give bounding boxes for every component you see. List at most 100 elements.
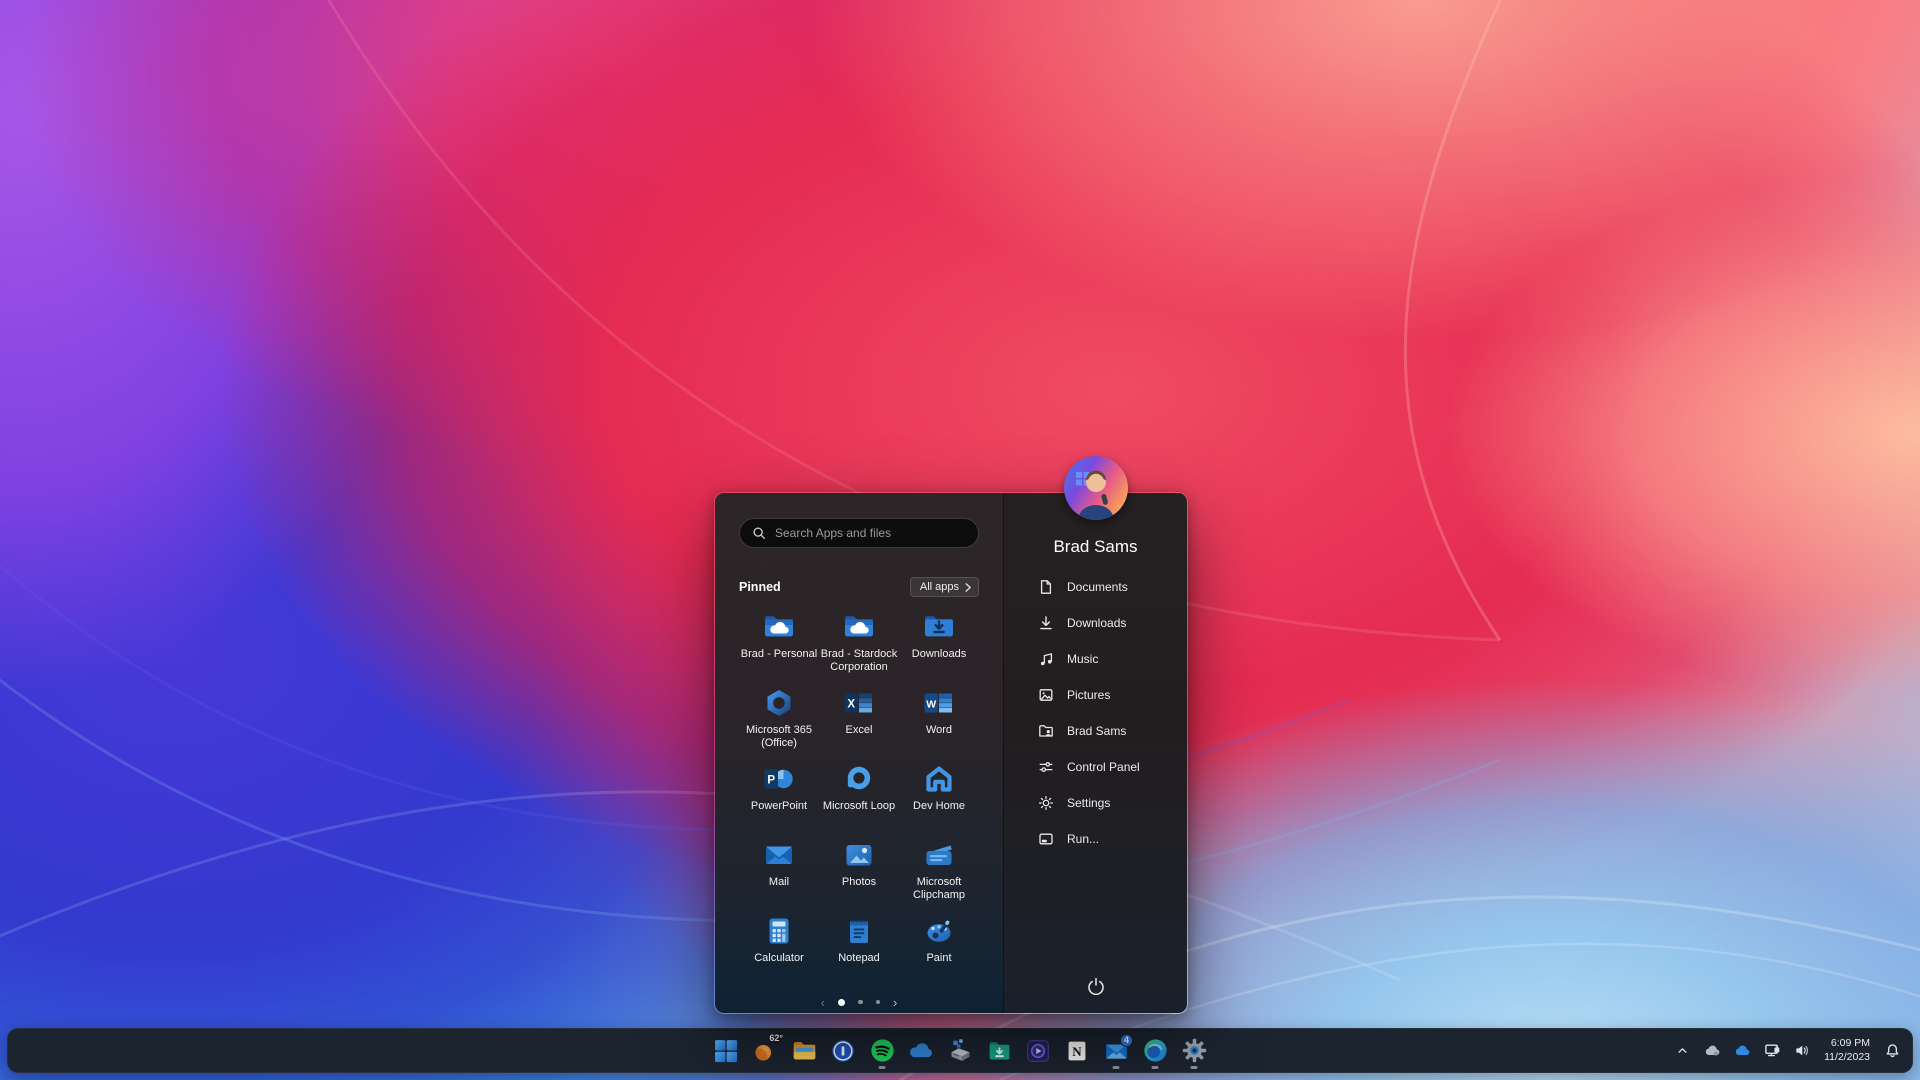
pinned-app-mail[interactable]: Mail [739, 836, 819, 912]
start-menu-pinned-panel: Pinned All apps Bra [715, 493, 1003, 1013]
pinned-app-label: Brad - Stardock Corporation [820, 648, 898, 673]
quick-link-user-folder[interactable]: Brad Sams [1004, 713, 1187, 749]
pinned-app-grid: Brad - Personal Brad - Stardock Corporat… [739, 608, 979, 988]
photos-icon [846, 845, 872, 866]
page-next-chevron-icon[interactable]: › [893, 996, 897, 1009]
downloads-folder-icon [925, 616, 953, 637]
pinned-app-notepad[interactable]: Notepad [819, 912, 899, 988]
pinned-app-label: Notepad [838, 952, 880, 964]
tray-hidden-icons[interactable] [1672, 1034, 1692, 1068]
pinned-app-label: Photos [841, 876, 877, 888]
tray-cloud-sync[interactable] [1702, 1034, 1722, 1068]
taskbar-spotify[interactable] [866, 1031, 898, 1071]
quick-link-music[interactable]: Music [1004, 641, 1187, 677]
quick-link-label: Settings [1067, 796, 1111, 810]
edge-browser-icon [1143, 1039, 1167, 1062]
taskbar-onedrive[interactable] [905, 1031, 937, 1071]
taskbar-settings[interactable] [1178, 1031, 1210, 1071]
pinned-app-brad-personal[interactable]: Brad - Personal [739, 608, 819, 684]
quick-link-label: Run... [1067, 832, 1100, 846]
ethernet-network-icon [1764, 1044, 1779, 1057]
onedrive-cloud-icon [1735, 1045, 1749, 1055]
start-button[interactable] [710, 1031, 742, 1071]
all-apps-button[interactable]: All apps [909, 577, 979, 597]
cloud-gray-icon [1705, 1045, 1719, 1056]
taskbar-1password[interactable] [827, 1031, 859, 1071]
bell-icon [1886, 1044, 1898, 1058]
svg-text:P: P [767, 775, 775, 787]
quick-link-label: Pictures [1067, 688, 1111, 702]
taskbar-downloads-folder[interactable] [983, 1031, 1015, 1071]
user-avatar[interactable] [1063, 456, 1128, 520]
quick-link-run[interactable]: Run... [1004, 821, 1187, 857]
tray-notifications[interactable] [1882, 1034, 1902, 1068]
downloads-teal-folder-icon [989, 1042, 1009, 1060]
taskbar-app-icons: 62° N 4 [710, 1029, 1210, 1072]
mail-icon [766, 846, 792, 864]
pictures-icon [1039, 689, 1053, 701]
start-page-indicator: ‹ › [739, 994, 979, 1010]
spotify-icon [870, 1039, 894, 1062]
page-prev-chevron-icon[interactable]: ‹ [821, 996, 825, 1009]
start-search-box[interactable] [739, 518, 979, 548]
pinned-app-photos[interactable]: Photos [819, 836, 899, 912]
power-button[interactable] [1079, 971, 1113, 1001]
chevron-right-icon [965, 582, 971, 592]
search-input[interactable] [775, 526, 966, 540]
1password-icon [832, 1039, 854, 1062]
quick-link-label: Control Panel [1067, 760, 1140, 774]
pinned-app-paint[interactable]: Paint [899, 912, 979, 988]
file-explorer-icon [793, 1042, 815, 1060]
tray-volume[interactable] [1792, 1034, 1812, 1068]
taskbar: 62° N 4 6:09 PM 11/2/2023 [7, 1028, 1913, 1073]
pinned-app-label: Brad - Personal [740, 648, 818, 660]
page-dot-3[interactable] [875, 999, 880, 1005]
page-dot-1[interactable] [838, 998, 845, 1006]
pinned-app-label: Excel [845, 724, 873, 736]
quick-link-documents[interactable]: Documents [1004, 569, 1187, 605]
speaker-icon [1795, 1045, 1808, 1056]
weather-temp-badge: 62° [769, 1032, 783, 1043]
pinned-app-clipchamp[interactable]: Microsoft Clipchamp [899, 836, 979, 912]
pinned-app-excel[interactable]: X Excel [819, 684, 899, 760]
settings-gear-icon [1182, 1038, 1206, 1063]
pinned-app-brad-stardock[interactable]: Brad - Stardock Corporation [819, 608, 899, 684]
taskbar-video-app[interactable] [1022, 1031, 1054, 1071]
taskbar-stardock[interactable] [944, 1031, 976, 1071]
quick-link-settings[interactable]: Settings [1004, 785, 1187, 821]
quick-link-label: Music [1067, 652, 1099, 666]
pinned-app-label: Microsoft Clipchamp [913, 876, 965, 901]
taskbar-edge[interactable] [1139, 1031, 1171, 1071]
pinned-app-calculator[interactable]: Calculator [739, 912, 819, 988]
pinned-app-powerpoint[interactable]: P PowerPoint [739, 760, 819, 836]
pinned-app-label: Mail [768, 876, 790, 888]
gear-icon [1038, 795, 1054, 811]
page-dot-2[interactable] [858, 999, 863, 1005]
running-indicator [878, 1065, 886, 1069]
download-icon [1040, 616, 1052, 630]
quick-links: Documents Downloads Music Pictures Brad … [1004, 569, 1187, 857]
quick-link-pictures[interactable]: Pictures [1004, 677, 1187, 713]
quick-link-downloads[interactable]: Downloads [1004, 605, 1187, 641]
tray-network[interactable] [1762, 1034, 1782, 1068]
taskbar-clock[interactable]: 6:09 PM 11/2/2023 [1822, 1037, 1872, 1064]
pinned-app-devhome[interactable]: Dev Home [899, 760, 979, 836]
taskbar-notion[interactable]: N [1061, 1031, 1093, 1071]
stardock-drive-icon [951, 1039, 969, 1061]
onedrive-cloud-icon [910, 1042, 932, 1057]
taskbar-mail[interactable]: 4 [1100, 1031, 1133, 1071]
pinned-app-downloads[interactable]: Downloads [899, 608, 979, 684]
taskbar-file-explorer[interactable] [788, 1031, 820, 1071]
taskbar-weather[interactable]: 62° [749, 1031, 783, 1071]
quick-link-control-panel[interactable]: Control Panel [1004, 749, 1187, 785]
notepad-icon [850, 919, 868, 943]
clock-date: 11/2/2023 [1824, 1050, 1870, 1063]
desktop: Pinned All apps Bra [0, 0, 1920, 1080]
pinned-app-word[interactable]: W Word [899, 684, 979, 760]
pinned-app-label: Microsoft 365 (Office) [745, 724, 813, 749]
pinned-app-microsoft365[interactable]: Microsoft 365 (Office) [739, 684, 819, 760]
pinned-app-loop[interactable]: Microsoft Loop [819, 760, 899, 836]
quick-link-label: Documents [1067, 580, 1128, 594]
system-tray: 6:09 PM 11/2/2023 [1672, 1029, 1902, 1072]
tray-onedrive[interactable] [1732, 1034, 1752, 1068]
